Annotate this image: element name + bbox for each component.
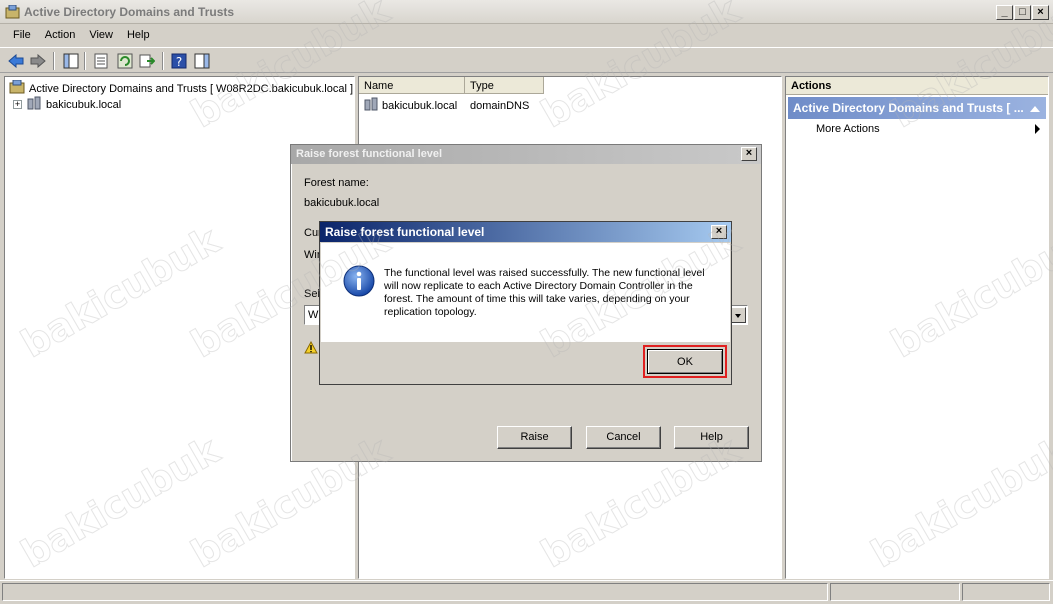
domain-icon <box>363 97 379 114</box>
show-hide-action-pane-icon[interactable] <box>193 52 211 70</box>
list-cell-type: domainDNS <box>470 99 530 112</box>
minimize-button[interactable]: _ <box>996 5 1013 20</box>
menu-help[interactable]: Help <box>120 25 157 46</box>
success-message-dialog: Raise forest functional level × The func… <box>319 221 732 385</box>
maximize-button[interactable]: □ <box>1014 5 1031 20</box>
help-button[interactable]: Help <box>674 426 749 449</box>
help-icon[interactable]: ? <box>170 52 188 70</box>
status-cell <box>962 583 1050 601</box>
show-hide-tree-icon[interactable] <box>62 52 80 70</box>
ad-domains-icon <box>9 79 25 97</box>
select-value: W <box>308 309 319 321</box>
ok-button[interactable]: OK <box>647 349 723 374</box>
status-cell <box>830 583 960 601</box>
tree-item-bakicubuk-local[interactable]: + bakicubuk.local <box>13 96 121 113</box>
message-dialog-titlebar: Raise forest functional level × <box>320 222 731 242</box>
column-header-type[interactable]: Type <box>465 77 544 94</box>
window-controls: _ □ × <box>996 5 1049 20</box>
actions-title: Actions <box>786 77 1048 95</box>
status-cell <box>2 583 828 601</box>
actions-group-label: Active Directory Domains and Trusts [ ..… <box>793 101 1024 115</box>
actions-group-header[interactable]: Active Directory Domains and Trusts [ ..… <box>788 97 1046 119</box>
message-text: The functional level was raised successf… <box>384 267 705 318</box>
message-dialog-title: Raise forest functional level <box>325 225 485 239</box>
menu-view[interactable]: View <box>82 25 120 46</box>
refresh-icon[interactable] <box>116 52 134 70</box>
menu-file[interactable]: File <box>6 25 38 46</box>
info-icon <box>343 265 375 300</box>
toolbar: ? <box>0 47 1053 73</box>
tree-root-item[interactable]: Active Directory Domains and Trusts [ W0… <box>9 79 354 97</box>
window-title: Active Directory Domains and Trusts <box>24 5 235 19</box>
column-header-name[interactable]: Name <box>359 77 465 94</box>
dialog-title: Raise forest functional level <box>296 148 443 160</box>
close-button[interactable]: × <box>1032 5 1049 20</box>
window-titlebar: Active Directory Domains and Trusts _ □ … <box>0 0 1053 24</box>
dialog-close-button[interactable]: × <box>741 147 757 161</box>
list-cell-name: bakicubuk.local <box>382 99 458 112</box>
collapse-up-icon[interactable] <box>1030 102 1040 116</box>
menu-action[interactable]: Action <box>38 25 83 46</box>
forest-name-value: bakicubuk.local <box>304 197 380 209</box>
warning-icon <box>304 340 318 357</box>
domain-icon <box>26 96 42 113</box>
submenu-arrow-icon <box>1035 124 1040 134</box>
status-bar <box>0 580 1053 604</box>
back-arrow-icon[interactable] <box>7 52 25 70</box>
menu-bar: File Action View Help <box>0 25 1053 46</box>
ad-domains-icon <box>5 4 20 19</box>
message-body: The functional level was raised successf… <box>321 243 730 342</box>
more-actions-item[interactable]: More Actions <box>816 123 880 135</box>
list-row[interactable]: bakicubuk.local domainDNS <box>363 97 529 114</box>
dropdown-arrow-icon[interactable] <box>730 307 746 323</box>
export-list-icon[interactable] <box>138 52 156 70</box>
dialog-titlebar: Raise forest functional level × <box>291 145 761 164</box>
cancel-button[interactable]: Cancel <box>586 426 661 449</box>
svg-text:?: ? <box>176 55 182 69</box>
forest-name-label: Forest name: <box>304 177 369 189</box>
message-dialog-close-button[interactable]: × <box>711 225 727 239</box>
tree-root-label: Active Directory Domains and Trusts [ W0… <box>29 82 354 95</box>
forward-arrow-icon[interactable] <box>29 52 47 70</box>
properties-icon[interactable] <box>92 52 110 70</box>
expand-plus-icon[interactable]: + <box>13 100 22 109</box>
actions-pane: Actions Active Directory Domains and Tru… <box>785 76 1049 579</box>
tree-item-label: bakicubuk.local <box>46 98 122 111</box>
ok-button-highlight: OK <box>643 345 727 378</box>
raise-button[interactable]: Raise <box>497 426 572 449</box>
select-level-label: Sel <box>304 288 320 300</box>
